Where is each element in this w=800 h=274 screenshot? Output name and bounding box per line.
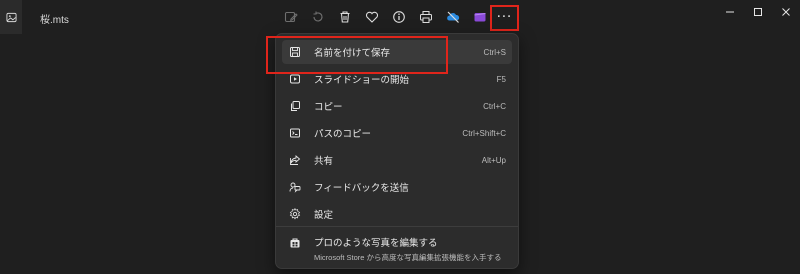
copy-icon <box>288 99 302 113</box>
menu-item-label: 共有 <box>314 156 334 167</box>
menu-item-shortcut: F5 <box>496 74 506 84</box>
onedrive-button[interactable] <box>442 7 464 27</box>
close-icon <box>782 8 790 16</box>
rotate-icon <box>313 11 323 22</box>
minimize-button[interactable] <box>716 0 744 24</box>
rotate-button[interactable] <box>307 7 329 27</box>
title-bar: 桜.mts ··· <box>0 0 800 34</box>
menu-item-edit-like-pro[interactable]: プロのような写真を編集する Microsoft Store から高度な写真編集拡… <box>282 233 512 265</box>
menu-item-share[interactable]: 共有 Alt+Up <box>282 148 512 172</box>
close-button[interactable] <box>772 0 800 24</box>
promo-subtitle: Microsoft Store から高度な写真編集拡張機能を入手する <box>314 253 502 262</box>
toolbar <box>280 7 496 27</box>
maximize-icon <box>754 8 762 16</box>
menu-divider <box>276 226 518 227</box>
file-name: 桜.mts <box>40 15 69 26</box>
feedback-icon <box>288 180 302 194</box>
more-button-highlight <box>490 5 519 31</box>
save-as-highlight <box>266 36 448 74</box>
clipchamp-button[interactable] <box>469 7 491 27</box>
menu-item-label: フィードバックを送信 <box>314 183 409 194</box>
share-icon <box>288 153 302 167</box>
minimize-icon <box>726 11 734 13</box>
maximize-button[interactable] <box>744 0 772 24</box>
edit-image-icon <box>284 11 298 23</box>
menu-item-shortcut: Ctrl+Shift+C <box>462 128 506 138</box>
onedrive-offline-icon <box>447 11 460 23</box>
menu-item-label: 設定 <box>314 210 334 221</box>
menu-item-feedback[interactable]: フィードバックを送信 <box>282 175 512 199</box>
menu-item-shortcut: Ctrl+S <box>483 47 506 57</box>
menu-item-label: コピー <box>314 102 343 113</box>
info-icon <box>393 11 405 23</box>
delete-icon <box>340 11 350 23</box>
store-icon <box>288 236 302 250</box>
menu-item-shortcut: Alt+Up <box>481 155 506 165</box>
settings-icon <box>288 207 302 221</box>
app-icon <box>0 0 22 34</box>
promo-text: プロのような写真を編集する Microsoft Store から高度な写真編集拡… <box>314 233 502 263</box>
menu-item-label: スライドショーの開始 <box>314 75 410 86</box>
menu-item-copy-path[interactable]: パスのコピー Ctrl+Shift+C <box>282 121 512 145</box>
copy-path-icon <box>288 126 302 140</box>
delete-button[interactable] <box>334 7 356 27</box>
heart-icon <box>365 11 379 23</box>
edit-image-button[interactable] <box>280 7 302 27</box>
menu-item-copy[interactable]: コピー Ctrl+C <box>282 94 512 118</box>
menu-item-settings[interactable]: 設定 <box>282 202 512 226</box>
slideshow-icon <box>288 72 302 86</box>
promo-title: プロのような写真を編集する <box>314 238 438 249</box>
print-icon <box>420 11 432 23</box>
info-button[interactable] <box>388 7 410 27</box>
menu-item-shortcut: Ctrl+C <box>483 101 506 111</box>
menu-item-label: パスのコピー <box>314 129 372 140</box>
window-controls <box>716 0 800 24</box>
print-button[interactable] <box>415 7 437 27</box>
clipchamp-icon <box>474 13 486 22</box>
photos-icon <box>5 12 17 22</box>
favorite-button[interactable] <box>361 7 383 27</box>
